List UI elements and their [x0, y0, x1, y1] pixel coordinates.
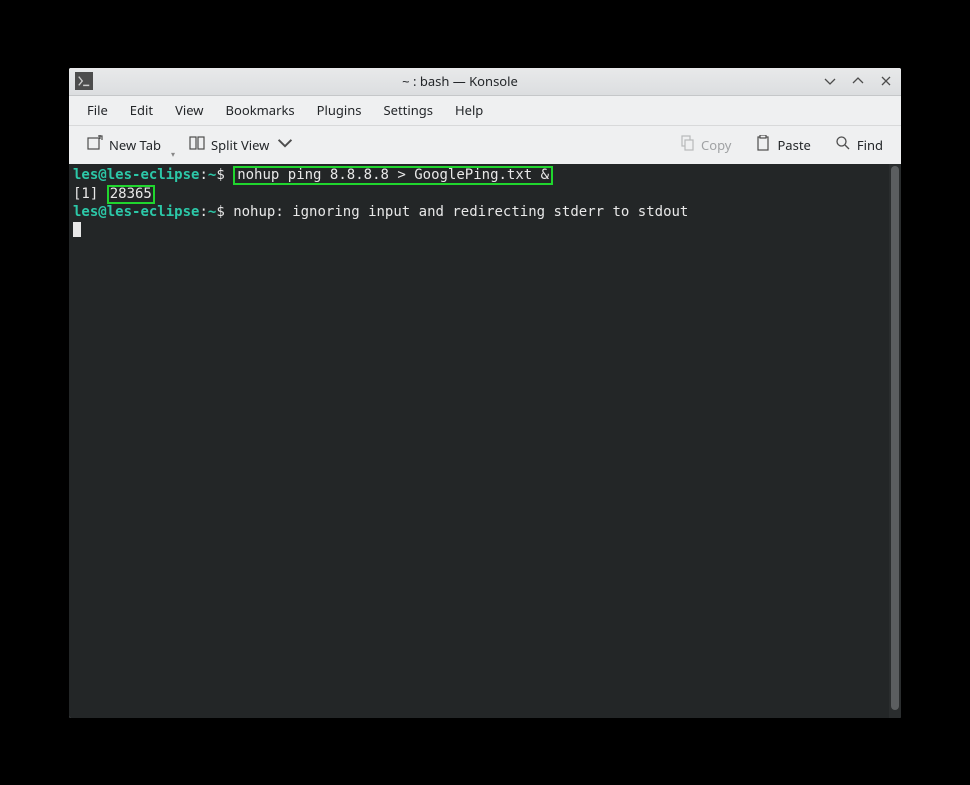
paste-button[interactable]: Paste: [745, 130, 820, 160]
new-tab-button[interactable]: New Tab: [77, 130, 171, 160]
search-icon: [835, 135, 851, 155]
toolbar: New Tab ▾ Split View Copy Paste Find: [69, 126, 901, 164]
prompt-at-2: @: [98, 204, 106, 220]
prompt-dollar-2: $: [216, 204, 224, 220]
copy-icon: [679, 135, 695, 155]
prompt-colon: :: [199, 167, 207, 183]
find-button[interactable]: Find: [825, 130, 893, 160]
copy-label: Copy: [701, 136, 731, 154]
menu-view[interactable]: View: [165, 97, 213, 123]
job-indicator: [1]: [73, 186, 107, 202]
titlebar: ~ : bash — Konsole: [69, 68, 901, 96]
prompt-at: @: [98, 167, 106, 183]
scrollbar-thumb[interactable]: [891, 166, 899, 710]
new-tab-dropdown[interactable]: ▾: [171, 149, 175, 164]
new-tab-label: New Tab: [109, 136, 161, 154]
menu-edit[interactable]: Edit: [120, 97, 163, 123]
prompt-dollar: $: [216, 167, 224, 183]
find-label: Find: [857, 136, 883, 154]
menu-file[interactable]: File: [77, 97, 118, 123]
new-tab-icon: [87, 135, 103, 155]
menubar: File Edit View Bookmarks Plugins Setting…: [69, 96, 901, 126]
maximize-button[interactable]: [849, 72, 867, 90]
terminal[interactable]: les@les-eclipse:~$ nohup ping 8.8.8.8 > …: [69, 164, 889, 718]
terminal-cursor: [73, 222, 81, 237]
scrollbar[interactable]: [889, 164, 901, 718]
highlighted-pid: 28365: [107, 185, 155, 204]
app-icon: [75, 72, 93, 90]
terminal-area: les@les-eclipse:~$ nohup ping 8.8.8.8 > …: [69, 164, 901, 718]
split-view-label: Split View: [211, 136, 269, 154]
prompt-host-2: les-eclipse: [107, 204, 200, 220]
prompt-host: les-eclipse: [107, 167, 200, 183]
prompt-user: les: [73, 167, 98, 183]
split-view-icon: [189, 135, 205, 155]
menu-bookmarks[interactable]: Bookmarks: [216, 97, 305, 123]
minimize-button[interactable]: [821, 72, 839, 90]
chevron-down-icon: [275, 135, 293, 155]
window-controls: [821, 72, 895, 90]
window-title: ~ : bash — Konsole: [99, 72, 821, 90]
paste-label: Paste: [777, 136, 810, 154]
paste-icon: [755, 135, 771, 155]
nohup-output: nohup: ignoring input and redirecting st…: [233, 204, 688, 220]
highlighted-command: nohup ping 8.8.8.8 > GooglePing.txt &: [233, 166, 553, 185]
konsole-window: ~ : bash — Konsole File Edit View Bookma…: [69, 68, 901, 718]
prompt-user-2: les: [73, 204, 98, 220]
menu-plugins[interactable]: Plugins: [307, 97, 372, 123]
copy-button: Copy: [669, 130, 741, 160]
menu-settings[interactable]: Settings: [374, 97, 443, 123]
prompt-colon-2: :: [199, 204, 207, 220]
menu-help[interactable]: Help: [445, 97, 493, 123]
split-view-button[interactable]: Split View: [179, 130, 303, 160]
close-button[interactable]: [877, 72, 895, 90]
